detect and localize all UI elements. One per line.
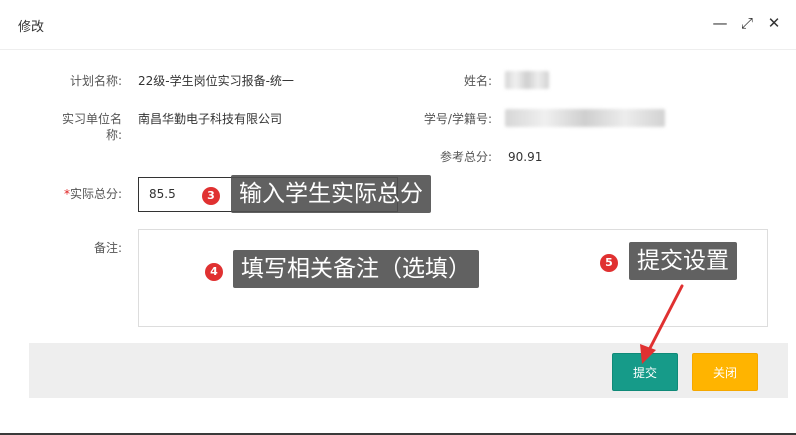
step-4-callout: 填写相关备注（选填） xyxy=(233,250,479,288)
step-3-callout: 输入学生实际总分 xyxy=(231,175,431,213)
dialog-titlebar: 修改 — ⤢ ✕ xyxy=(0,0,796,50)
ref-score-value: 90.91 xyxy=(508,150,543,164)
close-icon[interactable]: ✕ xyxy=(765,14,783,32)
company-label-line1: 实习单位名 xyxy=(61,112,122,126)
student-name-label: 姓名: xyxy=(463,74,492,88)
step-5-callout: 提交设置 xyxy=(629,242,737,280)
actual-score-label-text: 实际总分: xyxy=(69,187,122,201)
pointer-arrow-icon xyxy=(640,284,684,364)
minimize-icon[interactable]: — xyxy=(711,14,729,32)
plan-name-label: 计划名称: xyxy=(69,74,122,88)
close-button[interactable]: 关闭 xyxy=(692,353,758,391)
student-id-redacted xyxy=(505,109,665,127)
company-label: 实习单位名 称: xyxy=(40,111,122,143)
student-id-label: 学号/学籍号: xyxy=(423,112,492,126)
company-value: 南昌华勤电子科技有限公司 xyxy=(138,112,283,126)
dialog-title: 修改 xyxy=(18,20,45,35)
note-label: 备注: xyxy=(93,241,122,255)
step-3-badge: 3 xyxy=(202,187,220,205)
plan-name-value: 22级-学生岗位实习报备-统一 xyxy=(138,74,294,88)
actual-score-label: *实际总分: xyxy=(40,186,122,202)
student-name-redacted xyxy=(505,71,549,89)
edit-dialog: 修改 — ⤢ ✕ 计划名称: 22级-学生岗位实习报备-统一 姓名: 实习单位名… xyxy=(0,0,796,435)
arrow-shaft xyxy=(646,284,684,354)
company-label-line2: 称: xyxy=(105,128,122,142)
step-4-badge: 4 xyxy=(205,263,223,281)
arrow-head xyxy=(640,344,656,364)
step-5-badge: 5 xyxy=(600,254,618,272)
ref-score-label: 参考总分: xyxy=(439,150,492,164)
maximize-icon[interactable]: ⤢ xyxy=(738,14,756,32)
